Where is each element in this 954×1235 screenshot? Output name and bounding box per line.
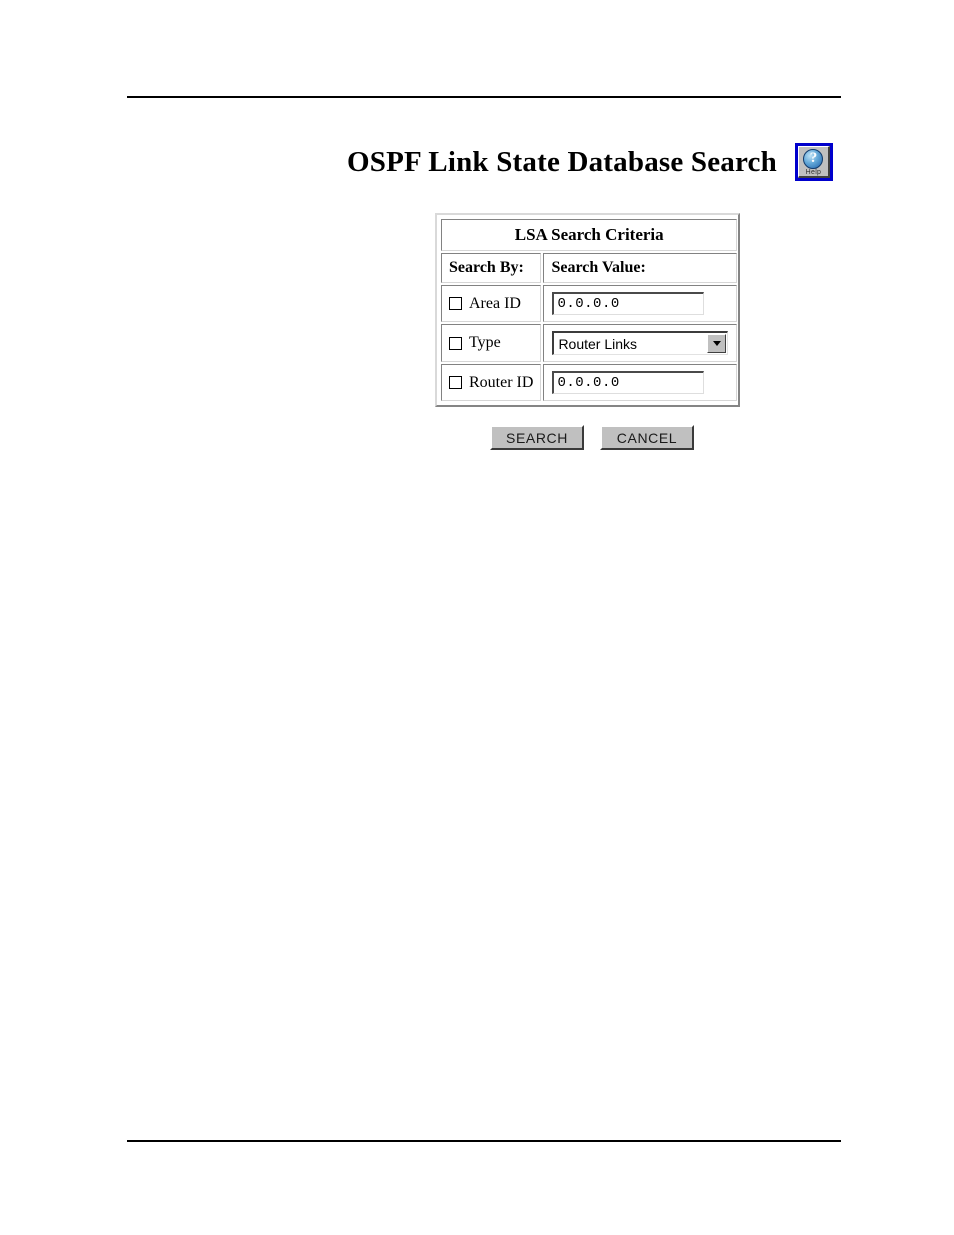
header-search-by: Search By: — [449, 259, 524, 276]
criteria-cell-area-id[interactable]: Area ID — [441, 285, 542, 322]
help-button-face: ? Help — [797, 146, 830, 178]
lsa-search-criteria-table: LSA Search Criteria Search By: Search Va… — [435, 213, 740, 407]
value-cell-router-id — [543, 364, 738, 401]
chevron-down-icon — [712, 341, 721, 346]
area-id-input[interactable] — [552, 292, 705, 315]
table-row: Router ID — [441, 364, 738, 401]
header-cell-search-value: Search Value: — [543, 253, 738, 283]
form-action-buttons: SEARCH CANCEL — [490, 425, 694, 450]
checkbox-label-type: Type — [469, 334, 501, 351]
table-header-row: Search By: Search Value: — [441, 253, 738, 283]
checkbox-router-id[interactable] — [449, 376, 462, 389]
page-title: OSPF Link State Database Search — [347, 145, 777, 178]
table-row: Area ID — [441, 285, 738, 322]
cancel-button[interactable]: CANCEL — [600, 425, 694, 450]
question-mark-glyph: ? — [809, 150, 818, 166]
header-search-value: Search Value: — [551, 259, 646, 276]
type-select-toggle[interactable] — [707, 334, 727, 353]
help-button[interactable]: ? Help — [794, 143, 833, 181]
criteria-cell-type[interactable]: Type — [441, 324, 542, 362]
search-button[interactable]: SEARCH — [490, 425, 584, 450]
value-cell-type: Router Links — [543, 324, 738, 362]
help-button-label: Help — [805, 169, 822, 176]
checkbox-area-id[interactable] — [449, 297, 462, 310]
value-cell-area-id — [543, 285, 738, 322]
page-header-rule — [127, 96, 841, 98]
checkbox-label-router-id: Router ID — [469, 373, 534, 391]
type-select[interactable]: Router Links — [552, 331, 729, 355]
type-select-value: Router Links — [558, 335, 638, 352]
question-mark-circle-icon: ? — [803, 149, 824, 169]
page-title-row: OSPF Link State Database Search ? Help — [347, 143, 833, 181]
page-footer-rule — [127, 1140, 841, 1142]
checkbox-label-area-id: Area ID — [469, 294, 521, 312]
table-caption-cell: LSA Search Criteria — [441, 219, 738, 251]
table-caption-text: LSA Search Criteria — [514, 225, 664, 244]
criteria-cell-router-id[interactable]: Router ID — [441, 364, 542, 401]
header-cell-search-by: Search By: — [441, 253, 542, 283]
router-id-input[interactable] — [552, 371, 705, 394]
checkbox-type[interactable] — [449, 336, 462, 350]
table-caption-row: LSA Search Criteria — [441, 219, 738, 251]
table-row: Type Router Links — [441, 324, 738, 362]
